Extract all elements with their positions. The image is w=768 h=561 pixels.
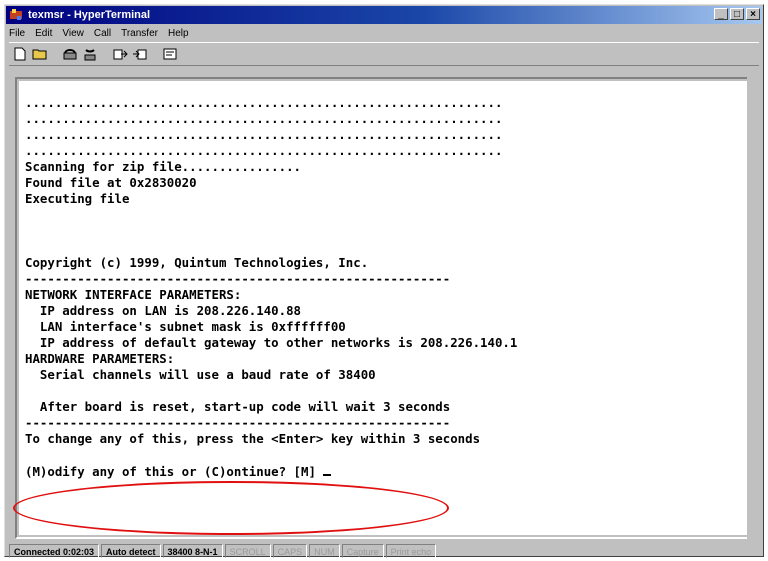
- terminal-line: ........................................…: [25, 127, 503, 142]
- terminal-frame: ........................................…: [15, 77, 753, 539]
- terminal-line: Executing file: [25, 191, 130, 206]
- send-file-icon[interactable]: [111, 45, 129, 63]
- close-button[interactable]: ×: [746, 8, 760, 20]
- terminal-line: IP address on LAN is 208.226.140.88: [25, 303, 302, 318]
- terminal-line: NETWORK INTERFACE PARAMETERS:: [25, 287, 242, 302]
- menu-call[interactable]: Call: [94, 26, 111, 41]
- terminal-line: Found file at 0x2830020: [25, 175, 197, 190]
- terminal-line: ----------------------------------------…: [25, 271, 451, 286]
- menu-bar: File Edit View Call Transfer Help: [9, 26, 189, 41]
- connect-phone-icon[interactable]: [61, 45, 79, 63]
- menu-help[interactable]: Help: [168, 26, 189, 41]
- new-document-icon[interactable]: [11, 45, 29, 63]
- terminal-line: ........................................…: [25, 143, 503, 158]
- status-scroll: SCROLL: [224, 544, 271, 558]
- status-print-echo: Print echo: [385, 544, 437, 558]
- minimize-button[interactable]: _: [714, 8, 728, 20]
- status-detect: Auto detect: [101, 544, 161, 558]
- status-settings: 38400 8-N-1: [162, 544, 223, 558]
- window-title: texmsr - HyperTerminal: [28, 9, 151, 21]
- hyperterminal-app-icon[interactable]: [9, 8, 23, 22]
- receive-file-icon[interactable]: [131, 45, 149, 63]
- highlight-ellipse: [13, 481, 449, 535]
- terminal-line: ........................................…: [25, 95, 503, 110]
- terminal-screen[interactable]: ........................................…: [19, 81, 749, 535]
- terminal-line: Copyright (c) 1999, Quintum Technologies…: [25, 255, 369, 270]
- terminal-line: LAN interface's subnet mask is 0xffffff0…: [25, 319, 346, 334]
- text-cursor: [323, 463, 332, 476]
- vertical-scrollbar[interactable]: [747, 77, 761, 539]
- toolbar: [9, 42, 759, 66]
- maximize-button[interactable]: □: [730, 8, 744, 20]
- title-bar[interactable]: texmsr - HyperTerminal _ □ ×: [6, 6, 762, 24]
- disconnect-phone-icon[interactable]: [81, 45, 99, 63]
- open-folder-icon[interactable]: [31, 45, 49, 63]
- terminal-prompt-line: (M)odify any of this or (C)ontinue? [M]: [25, 463, 517, 479]
- menu-file[interactable]: File: [9, 26, 25, 41]
- properties-icon[interactable]: [161, 45, 179, 63]
- menu-transfer[interactable]: Transfer: [121, 26, 158, 41]
- terminal-prompt: (M)odify any of this or (C)ontinue? [M]: [25, 464, 324, 479]
- status-caps: CAPS: [272, 544, 308, 558]
- terminal-line: ----------------------------------------…: [25, 415, 451, 430]
- status-capture: Capture: [341, 544, 384, 558]
- terminal-output: ........................................…: [25, 95, 517, 479]
- status-connected: Connected 0:02:03: [9, 544, 100, 558]
- terminal-line: ........................................…: [25, 111, 503, 126]
- status-bar: Connected 0:02:03 Auto detect 38400 8-N-…: [9, 544, 759, 558]
- status-num: NUM: [309, 544, 340, 558]
- terminal-line: IP address of default gateway to other n…: [25, 335, 518, 350]
- hyperterminal-window: texmsr - HyperTerminal _ □ × File Edit V…: [4, 4, 764, 558]
- terminal-line: Serial channels will use a baud rate of …: [25, 367, 376, 382]
- terminal-line: HARDWARE PARAMETERS:: [25, 351, 175, 366]
- terminal-line: Scanning for zip file................: [25, 159, 302, 174]
- terminal-line: After board is reset, start-up code will…: [25, 399, 451, 414]
- menu-view[interactable]: View: [62, 26, 84, 41]
- menu-edit[interactable]: Edit: [35, 26, 52, 41]
- terminal-line: To change any of this, press the <Enter>…: [25, 431, 481, 446]
